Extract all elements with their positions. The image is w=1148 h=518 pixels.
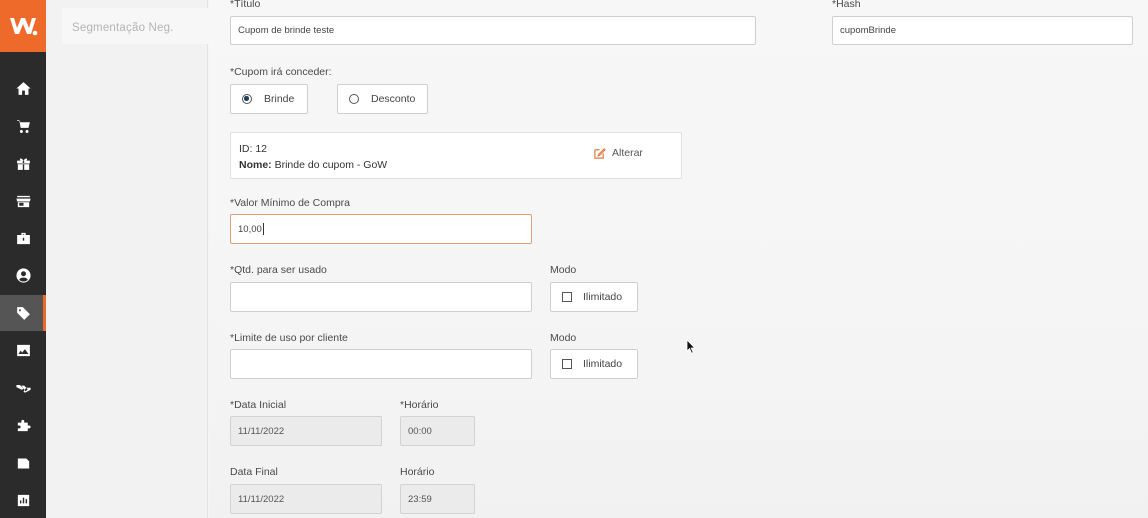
end-date-value: 11/11/2022 <box>238 493 285 505</box>
icon-sidebar <box>0 0 46 518</box>
qty-unlimited-label: Ilimitado <box>583 291 623 303</box>
qty-label: *Qtd. para ser usado <box>230 264 327 276</box>
gift-name: Brinde do cupom - GoW <box>274 159 388 171</box>
mode-label-1: Modo <box>550 264 577 276</box>
mode-label-2: Modo <box>550 332 577 344</box>
min-value-input[interactable]: 10,00 <box>230 214 532 244</box>
end-date-label: Data Final <box>230 466 278 478</box>
end-time-label: Horário <box>400 466 435 478</box>
logo-icon <box>10 18 38 36</box>
qty-unlimited-checkbox[interactable]: Ilimitado <box>550 282 638 312</box>
title-label: *Título <box>230 0 261 10</box>
title-input[interactable]: Cupom de brinde teste <box>230 16 756 45</box>
handshake-icon <box>15 384 31 393</box>
chart-icon <box>17 494 29 506</box>
mouse-pointer-icon <box>686 339 696 354</box>
radio-unchecked-icon <box>349 94 359 104</box>
sidebar-item-images[interactable] <box>0 332 46 368</box>
hash-input-value: cupomBrinde <box>840 25 896 36</box>
sidebar-item-reports[interactable] <box>0 482 46 518</box>
end-time-input[interactable]: 23:59 <box>400 484 475 514</box>
grant-option-gift-label: Brinde <box>264 93 295 105</box>
start-date-input[interactable]: 11/11/2022 <box>230 416 382 446</box>
checkbox-icon <box>562 359 572 369</box>
start-time-input[interactable]: 00:00 <box>400 416 475 446</box>
radio-checked-icon <box>242 94 252 104</box>
gift-icon <box>16 158 30 170</box>
sidebar-item-store[interactable] <box>0 183 46 219</box>
grant-option-discount[interactable]: Desconto <box>337 84 428 114</box>
end-date-input[interactable]: 11/11/2022 <box>230 484 382 514</box>
start-date-value: 11/11/2022 <box>238 425 285 437</box>
hash-label: *Hash <box>832 0 861 10</box>
sidebar-item-briefcase[interactable] <box>0 220 46 256</box>
sidebar-item-coupons[interactable] <box>0 295 46 331</box>
store-icon <box>15 195 31 207</box>
grant-option-discount-label: Desconto <box>371 93 416 105</box>
submenu-panel: Segmentação Neg. <box>46 0 230 518</box>
sidebar-item-gift[interactable] <box>0 145 46 181</box>
sidebar-item-cart[interactable] <box>0 108 46 144</box>
qty-input[interactable] <box>230 282 532 312</box>
text-caret <box>262 223 264 235</box>
grant-label: *Cupom irá conceder: <box>230 66 332 78</box>
start-date-label: *Data Inicial <box>230 399 287 411</box>
limit-unlimited-label: Ilimitado <box>583 358 623 370</box>
alter-gift-button[interactable]: Alterar <box>593 145 643 161</box>
sidebar-item-plugins[interactable] <box>0 407 46 443</box>
briefcase-icon <box>16 232 30 244</box>
edit-icon <box>594 147 606 159</box>
limit-unlimited-checkbox[interactable]: Ilimitado <box>550 349 638 379</box>
title-input-value: Cupom de brinde teste <box>238 25 335 36</box>
home-icon <box>15 81 31 95</box>
selected-gift-card: ID: 12 Nome: Brinde do cupom - GoW Alter… <box>230 132 682 179</box>
min-value-label: *Valor Mínimo de Compra <box>230 197 351 209</box>
checkbox-icon <box>562 292 572 302</box>
sidebar-item-user[interactable] <box>0 257 46 293</box>
grant-option-gift[interactable]: Brinde <box>230 84 308 114</box>
brand-logo[interactable] <box>0 0 46 52</box>
gift-id: ID: 12 <box>239 143 268 155</box>
sidebar-item-partners[interactable] <box>0 370 46 406</box>
image-icon <box>16 344 30 356</box>
cart-icon <box>16 119 30 133</box>
sidebar-item-pages[interactable] <box>0 445 46 481</box>
user-icon <box>15 267 31 283</box>
pages-icon <box>17 458 29 468</box>
sidebar-item-home[interactable] <box>0 70 46 106</box>
alter-gift-label: Alterar <box>612 147 643 159</box>
tag-icon <box>16 306 30 320</box>
start-time-label: *Horário <box>400 399 439 411</box>
min-value-input-value: 10,00 <box>238 223 262 235</box>
limit-label: *Limite de uso por cliente <box>230 332 348 344</box>
start-time-value: 00:00 <box>408 425 432 437</box>
gift-name-line: Nome: Brinde do cupom - GoW <box>239 159 387 171</box>
limit-input[interactable] <box>230 349 532 379</box>
gift-name-prefix: Nome: <box>239 159 272 171</box>
end-time-value: 23:59 <box>408 493 432 505</box>
puzzle-icon <box>17 419 31 431</box>
coupon-form: *Título Cupom de brinde teste *Hash cupo… <box>209 0 1148 518</box>
submenu-item-segmentation[interactable]: Segmentação Neg. <box>62 8 230 44</box>
hash-input[interactable]: cupomBrinde <box>832 16 1133 45</box>
